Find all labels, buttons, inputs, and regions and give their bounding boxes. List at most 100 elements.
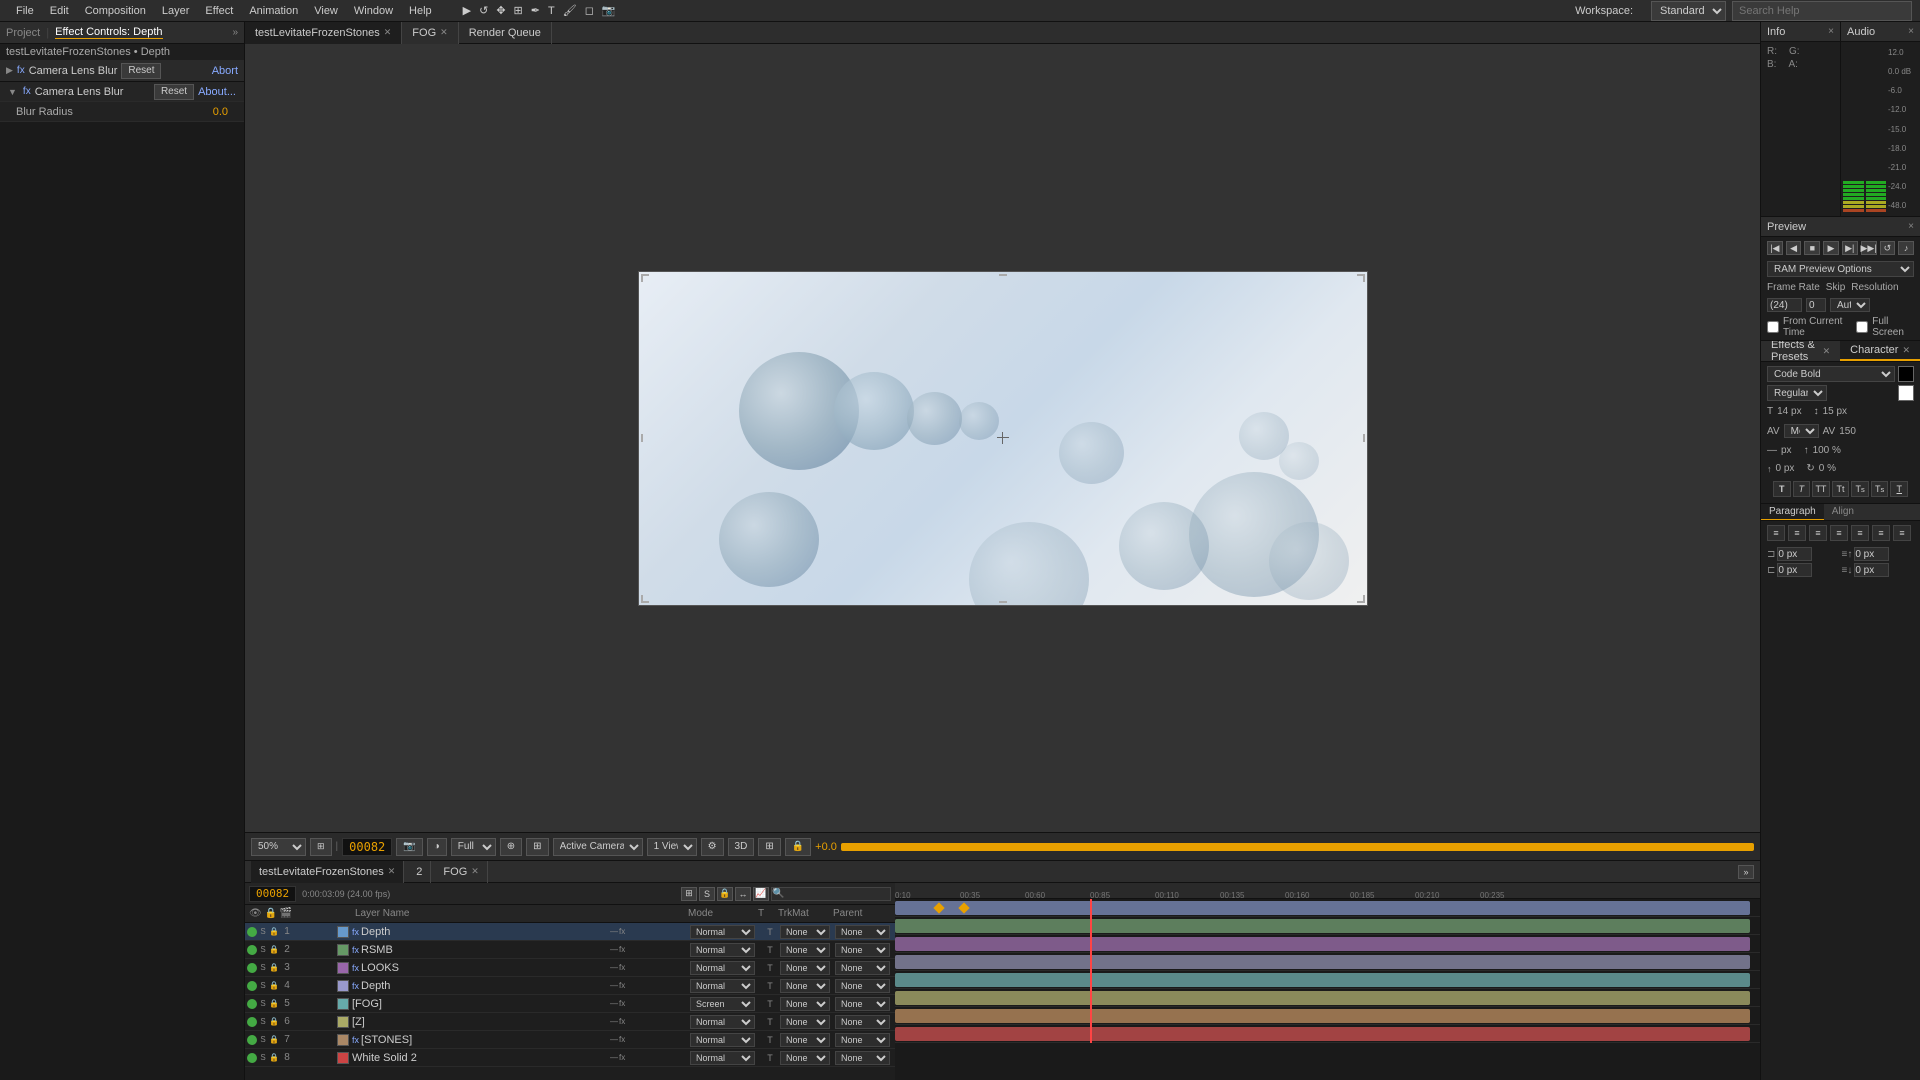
layer-mode-select-5[interactable]: NormalScreenMultiplyAddOverlay — [690, 1015, 755, 1029]
layer-solo-0[interactable]: S — [258, 927, 268, 937]
effect-reset-btn[interactable]: Reset — [154, 84, 194, 100]
abort-link[interactable]: Abort — [212, 65, 238, 77]
layer-row[interactable]: S 🔒 8 White Solid 2 — fx NormalScreenMul… — [245, 1049, 895, 1067]
layer-lock-3[interactable]: 🔒 — [269, 981, 279, 991]
layer-solo-7[interactable]: S — [258, 1053, 268, 1063]
para-margin-input[interactable] — [1777, 563, 1812, 577]
full-screen-checkbox[interactable] — [1856, 321, 1868, 333]
caps-btn[interactable]: TT — [1812, 481, 1830, 497]
tool-rotate[interactable]: ↺ — [476, 4, 491, 17]
layer-parent-select-4[interactable]: None — [835, 997, 890, 1011]
lock-layers-btn[interactable]: 🔒 — [717, 887, 733, 901]
layer-vis-1[interactable] — [247, 945, 257, 955]
layer-fx-toggle-6[interactable]: fx — [619, 1035, 625, 1044]
time-progress-bar[interactable] — [841, 843, 1754, 851]
layer-parent-select-6[interactable]: None — [835, 1033, 890, 1047]
project-tab[interactable]: Project — [6, 27, 40, 39]
effect-controls-tab[interactable]: Effect Controls: Depth — [55, 26, 162, 39]
view-options-btn[interactable]: ⚙ — [701, 838, 724, 856]
layer-switches-4[interactable]: — — [610, 999, 618, 1008]
tracking-select[interactable]: Metrics — [1784, 424, 1819, 438]
layer-switches-2[interactable]: — — [610, 963, 618, 972]
menu-window[interactable]: Window — [346, 5, 401, 17]
align-justify-btn[interactable]: ≡ — [1830, 525, 1848, 541]
track-row[interactable] — [895, 1007, 1760, 1025]
para-indent-input[interactable] — [1777, 547, 1812, 561]
layer-parent-select-2[interactable]: None — [835, 961, 890, 975]
small-caps-btn[interactable]: Tt — [1832, 481, 1850, 497]
menu-animation[interactable]: Animation — [241, 5, 306, 17]
track-row[interactable] — [895, 971, 1760, 989]
preview-play[interactable]: ▶ — [1823, 241, 1839, 255]
layer-row[interactable]: S 🔒 4 fx Depth — fx NormalScreenMultiply… — [245, 977, 895, 995]
layer-parent-select-1[interactable]: None — [835, 943, 890, 957]
comp-tab-fog-close[interactable]: ✕ — [440, 27, 448, 38]
layer-fx-toggle-0[interactable]: fx — [619, 927, 625, 936]
font-style-select[interactable]: Regular — [1767, 385, 1827, 401]
layer-lock-0[interactable]: 🔒 — [269, 927, 279, 937]
tool-scale[interactable]: ⊞ — [511, 4, 526, 17]
layer-solo-3[interactable]: S — [258, 981, 268, 991]
preview-loop[interactable]: ↺ — [1880, 241, 1896, 255]
layer-mode-select-3[interactable]: NormalScreenMultiplyAddOverlay — [690, 979, 755, 993]
layer-trkmat-select-2[interactable]: None — [780, 961, 830, 975]
workspace-select[interactable]: Standard — [1651, 1, 1726, 21]
effect-about-btn[interactable]: About... — [198, 86, 236, 98]
resolution-select[interactable]: Auto — [1830, 298, 1870, 312]
effects-presets-tab[interactable]: Effects & Presets ✕ — [1761, 341, 1840, 361]
frame-rate-input[interactable] — [1767, 298, 1802, 312]
para-space2-input[interactable] — [1854, 563, 1889, 577]
comp-tab-main-close[interactable]: ✕ — [384, 27, 392, 38]
timeline-tab-fog[interactable]: FOG ✕ — [435, 861, 487, 883]
fit-frame-btn[interactable]: ⊞ — [310, 838, 332, 856]
character-close[interactable]: ✕ — [1902, 345, 1910, 356]
timeline-timecode[interactable]: 00082 — [249, 886, 296, 902]
layer-mode-select-4[interactable]: NormalScreenMultiplyAddOverlay — [690, 997, 755, 1011]
layer-trkmat-select-1[interactable]: None — [780, 943, 830, 957]
layer-trkmat-select-3[interactable]: None — [780, 979, 830, 993]
left-panel-expand[interactable]: » — [232, 27, 238, 38]
search-input[interactable] — [1732, 1, 1912, 21]
blur-radius-value[interactable]: 0.0 — [213, 106, 228, 118]
layer-trkmat-select-5[interactable]: None — [780, 1015, 830, 1029]
align-right-btn[interactable]: ≡ — [1809, 525, 1827, 541]
tool-select[interactable]: ▶ — [460, 4, 474, 17]
layer-mode-select-0[interactable]: NormalScreenMultiplyAddOverlay — [690, 925, 755, 939]
layer-search[interactable] — [771, 887, 891, 901]
track-row[interactable] — [895, 917, 1760, 935]
preview-first-frame[interactable]: |◀ — [1767, 241, 1783, 255]
layer-parent-select-7[interactable]: None — [835, 1051, 890, 1065]
tool-eraser[interactable]: ◻ — [582, 4, 597, 17]
sub-btn[interactable]: Ts — [1871, 481, 1889, 497]
layer-solo-6[interactable]: S — [258, 1035, 268, 1045]
track-row[interactable] — [895, 899, 1760, 917]
layer-parent-select-0[interactable]: None — [835, 925, 890, 939]
layer-mode-select-6[interactable]: NormalScreenMultiplyAddOverlay — [690, 1033, 755, 1047]
playhead[interactable] — [1090, 899, 1092, 1043]
layer-lock-4[interactable]: 🔒 — [269, 999, 279, 1009]
track-row[interactable] — [895, 989, 1760, 1007]
layer-vis-0[interactable] — [247, 927, 257, 937]
ram-preview-select[interactable]: RAM Preview Options — [1767, 261, 1914, 277]
layer-mode-select-7[interactable]: NormalScreenMultiplyAddOverlay — [690, 1051, 755, 1065]
layer-lock-6[interactable]: 🔒 — [269, 1035, 279, 1045]
graph-btn[interactable]: 📈 — [753, 887, 769, 901]
layer-parent-select-3[interactable]: None — [835, 979, 890, 993]
layer-row[interactable]: S 🔒 2 fx RSMB — fx NormalScreenMultiplyA… — [245, 941, 895, 959]
super-btn[interactable]: Ts — [1851, 481, 1869, 497]
preview-close-btn[interactable]: × — [1908, 221, 1914, 232]
tool-pen[interactable]: ✒ — [528, 4, 543, 17]
indent-btn[interactable]: ≡ — [1872, 525, 1890, 541]
from-current-checkbox[interactable] — [1767, 321, 1779, 333]
compose-btn[interactable]: ⊞ — [681, 887, 697, 901]
preview-prev-frame[interactable]: ◀ — [1786, 241, 1802, 255]
layer-switches-3[interactable]: — — [610, 981, 618, 990]
solo-btn[interactable]: S — [699, 887, 715, 901]
layer-solo-4[interactable]: S — [258, 999, 268, 1009]
preview-stop[interactable]: ■ — [1804, 241, 1820, 255]
snapshot-btn[interactable]: 📷 — [396, 838, 422, 856]
layer-switches-1[interactable]: — — [610, 945, 618, 954]
align-force-btn[interactable]: ≡ — [1851, 525, 1869, 541]
layer-row[interactable]: S 🔒 6 [Z] — fx NormalScreenMultiplyAddOv… — [245, 1013, 895, 1031]
comp-tab-main[interactable]: testLevitateFrozenStones ✕ — [245, 22, 402, 44]
